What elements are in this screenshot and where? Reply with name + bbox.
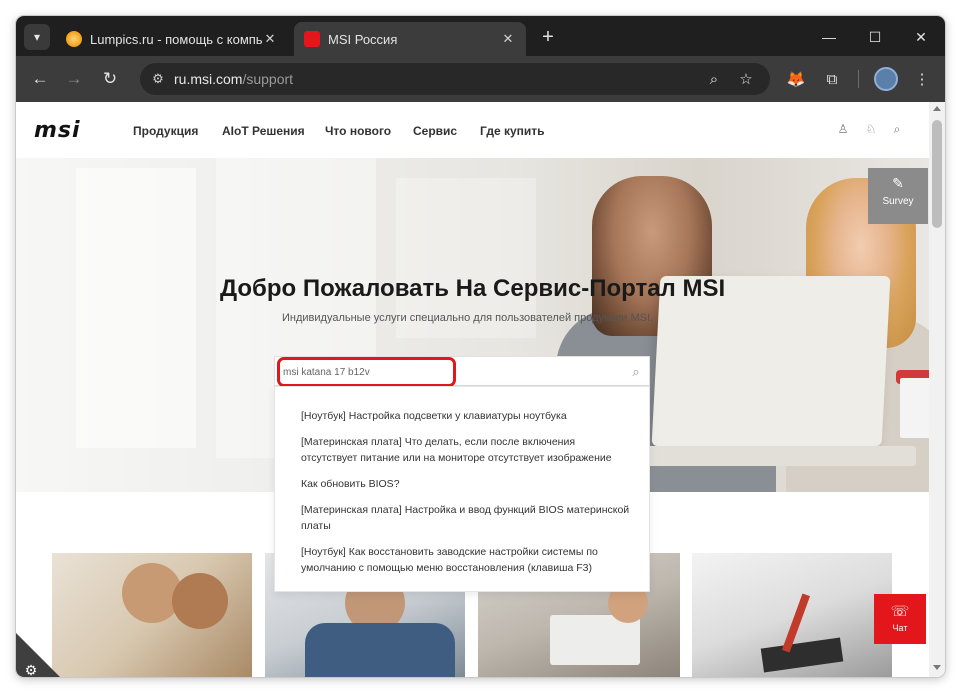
people-image bbox=[172, 573, 228, 629]
tab-strip: ▾ Lumpics.ru - помощь с компь ✕ MSI Росс… bbox=[16, 16, 945, 56]
browser-window: ▾ Lumpics.ru - помощь с компь ✕ MSI Росс… bbox=[16, 16, 945, 677]
chat-label: Чат bbox=[892, 623, 908, 633]
nav-aiot[interactable]: AIoT Решения bbox=[222, 124, 305, 138]
zoom-icon[interactable]: ⌕ bbox=[704, 69, 724, 89]
metamask-extension-icon[interactable]: 🦊 bbox=[784, 67, 808, 91]
minimize-button[interactable]: — bbox=[814, 24, 844, 50]
bookmark-star-icon[interactable]: ☆ bbox=[736, 69, 756, 89]
survey-button[interactable]: ✎ Survey bbox=[868, 168, 928, 224]
page-scrollbar[interactable] bbox=[929, 102, 945, 677]
gear-icon[interactable]: ⚙ bbox=[23, 662, 39, 678]
scrollbar-thumb[interactable] bbox=[932, 120, 942, 228]
circuit-board-image bbox=[760, 637, 844, 673]
annotation-highlight bbox=[277, 357, 456, 387]
menu-kebab-icon[interactable]: ⋮ bbox=[910, 67, 934, 91]
suggestion-item[interactable]: [Ноутбук] Настройка подсветки у клавиату… bbox=[301, 408, 631, 424]
site-header: msi Продукция AIoT Решения Что нового Се… bbox=[16, 102, 929, 158]
community-icon[interactable]: ♘ bbox=[864, 122, 878, 136]
extensions-puzzle-icon[interactable]: ⧉ bbox=[820, 67, 844, 91]
laptop-image bbox=[616, 446, 916, 466]
reload-icon: ↻ bbox=[102, 69, 118, 88]
tab-title: MSI Россия bbox=[328, 31, 398, 47]
profile-avatar[interactable] bbox=[874, 67, 898, 91]
forward-button[interactable]: → bbox=[62, 67, 86, 91]
search-icon[interactable]: ⌕ bbox=[628, 364, 644, 380]
site-info-icon[interactable]: ⚙ bbox=[150, 71, 166, 87]
msi-logo[interactable]: msi bbox=[34, 118, 81, 143]
url-text: ru.msi.com/support bbox=[174, 71, 294, 87]
suggestion-item[interactable]: Как обновить BIOS? bbox=[301, 476, 631, 492]
survey-label: Survey bbox=[882, 196, 914, 207]
page-viewport: msi Продукция AIoT Решения Что нового Се… bbox=[16, 102, 945, 677]
arrow-left-icon: ← bbox=[31, 69, 49, 88]
page-title: Добро Пожаловать На Сервис-Портал MSI bbox=[220, 275, 726, 302]
mug-image bbox=[900, 378, 929, 438]
suggestion-item[interactable]: [Ноутбук] Как восстановить заводские нас… bbox=[301, 544, 631, 576]
nav-where-to-buy[interactable]: Где купить bbox=[480, 124, 545, 138]
new-tab-button[interactable]: + bbox=[536, 25, 560, 49]
survey-edit-icon: ✎ bbox=[892, 175, 904, 191]
scroll-up-arrow-icon[interactable] bbox=[933, 106, 941, 111]
tab-title: Lumpics.ru - помощь с компь bbox=[90, 31, 262, 47]
close-icon[interactable]: ✕ bbox=[500, 31, 516, 47]
window-light bbox=[76, 168, 196, 448]
scroll-down-arrow-icon[interactable] bbox=[933, 665, 941, 670]
close-icon[interactable]: ✕ bbox=[262, 31, 278, 47]
nav-products[interactable]: Продукция bbox=[133, 124, 198, 138]
browser-toolbar: ← → ↻ ⚙ ru.msi.com/support ⌕ ☆ 🦊 ⧉ ⋮ bbox=[16, 56, 945, 102]
arrow-right-icon: → bbox=[65, 69, 83, 88]
close-window-button[interactable]: ✕ bbox=[906, 24, 936, 50]
reload-button[interactable]: ↻ bbox=[98, 67, 122, 91]
tab-lumpics[interactable]: Lumpics.ru - помощь с компь ✕ bbox=[56, 22, 288, 56]
nav-news[interactable]: Что нового bbox=[325, 124, 391, 138]
chevron-down-icon: ▾ bbox=[33, 30, 41, 44]
support-card-image[interactable] bbox=[692, 553, 892, 677]
suggestion-item[interactable]: [Материнская плата] Настройка и ввод фун… bbox=[301, 502, 631, 534]
suggestion-item[interactable]: [Материнская плата] Что делать, если пос… bbox=[301, 434, 631, 466]
chat-button[interactable]: ☏ Чат bbox=[874, 594, 926, 644]
lumpics-favicon-icon bbox=[66, 31, 82, 47]
maximize-button[interactable]: ☐ bbox=[860, 24, 890, 50]
toolbar-divider bbox=[858, 70, 859, 88]
address-bar[interactable]: ⚙ ru.msi.com/support ⌕ ☆ bbox=[140, 63, 770, 95]
person-image bbox=[305, 623, 455, 677]
chat-bubble-icon: ☏ bbox=[890, 603, 910, 620]
search-suggestions: [Ноутбук] Настройка подсветки у клавиату… bbox=[274, 386, 650, 592]
msi-favicon-icon bbox=[304, 31, 320, 47]
search-icon[interactable]: ⌕ bbox=[890, 122, 904, 136]
support-card-image[interactable] bbox=[52, 553, 252, 677]
tab-msi[interactable]: MSI Россия ✕ bbox=[294, 22, 526, 56]
user-icon[interactable]: ♙ bbox=[836, 122, 850, 136]
back-button[interactable]: ← bbox=[28, 67, 52, 91]
tab-search-button[interactable]: ▾ bbox=[24, 24, 50, 50]
nav-service[interactable]: Сервис bbox=[413, 124, 457, 138]
page-subtitle: Индивидуальные услуги специально для пол… bbox=[282, 312, 654, 324]
